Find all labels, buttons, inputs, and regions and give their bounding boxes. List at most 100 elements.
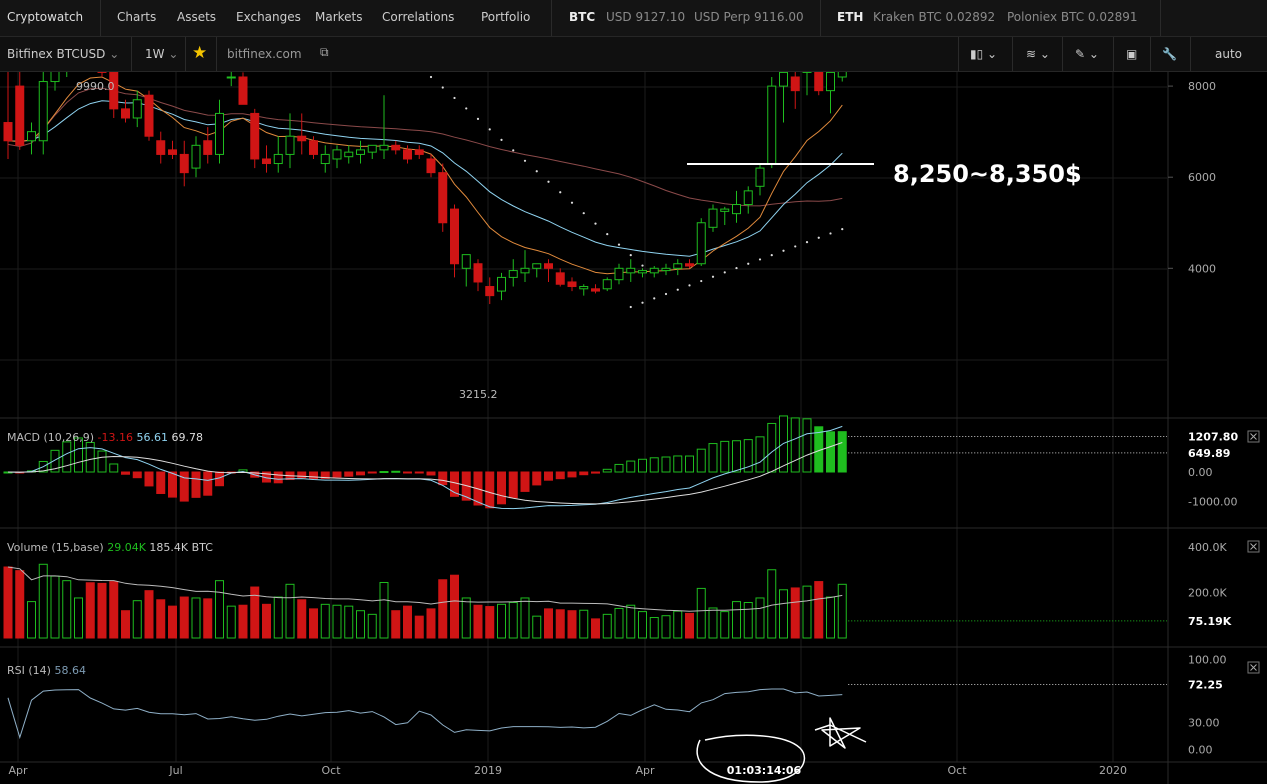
volume-bar bbox=[614, 607, 624, 639]
sar-dot bbox=[735, 266, 738, 270]
candle-body bbox=[755, 167, 765, 187]
candle-body bbox=[790, 76, 800, 92]
sar-dot bbox=[770, 253, 773, 257]
x-axis-tick: Oct bbox=[947, 764, 967, 777]
external-link-icon[interactable]: ⧉ bbox=[320, 45, 329, 60]
volume-axis-tick: 200.0K bbox=[1188, 587, 1227, 600]
rsi-value: 58.64 bbox=[54, 664, 86, 677]
macd-histogram-bar bbox=[191, 471, 201, 498]
sar-dot bbox=[700, 279, 703, 283]
volume-bar bbox=[720, 611, 730, 639]
macd-histogram-bar bbox=[485, 471, 495, 509]
ticker-eth-kraken[interactable]: Kraken BTC 0.02892 bbox=[873, 10, 995, 24]
x-axis-tick: Apr bbox=[635, 764, 655, 777]
candle-body bbox=[544, 263, 553, 269]
macd-histogram-bar bbox=[391, 470, 401, 473]
nav-exchanges[interactable]: Exchanges bbox=[236, 10, 301, 24]
candle-body bbox=[50, 72, 60, 83]
volume-bar bbox=[15, 570, 25, 639]
volume-bar bbox=[203, 598, 213, 639]
macd-histogram-bar bbox=[720, 440, 730, 473]
ticker-btc-label[interactable]: BTC bbox=[569, 10, 595, 24]
rsi-axis-tick: 72.25 bbox=[1188, 678, 1223, 691]
volume-bar bbox=[743, 602, 753, 639]
volume-bar bbox=[262, 603, 271, 639]
macd-histogram-bar bbox=[532, 471, 542, 486]
volume-bar bbox=[121, 610, 130, 639]
volume-bar bbox=[708, 607, 718, 639]
volume-bar bbox=[591, 618, 600, 639]
macd-histogram-bar bbox=[168, 471, 177, 498]
drawing-pen-icon[interactable]: ✎ ⌄ bbox=[1075, 47, 1099, 61]
sar-dot bbox=[794, 245, 797, 248]
rsi-axis-tick: 100.00 bbox=[1188, 654, 1227, 667]
ticker-eth-poloniex[interactable]: Poloniex BTC 0.02891 bbox=[1007, 10, 1138, 24]
candle-body bbox=[685, 263, 694, 267]
close-indicator-button[interactable] bbox=[1247, 540, 1260, 553]
ticker-btc-usd[interactable]: USD 9127.10 bbox=[606, 10, 685, 24]
volume-bar bbox=[837, 583, 847, 639]
ticker-btc-perp[interactable]: USD Perp 9116.00 bbox=[694, 10, 804, 24]
candle-body bbox=[403, 149, 412, 160]
volume-bar bbox=[461, 597, 471, 639]
volume-bar bbox=[779, 589, 788, 639]
interval-selector[interactable]: 1W ⌄ bbox=[145, 47, 178, 61]
close-icon bbox=[1250, 543, 1257, 550]
exchange-link[interactable]: bitfinex.com bbox=[227, 47, 302, 61]
close-icon bbox=[1250, 433, 1257, 440]
candle-body bbox=[826, 72, 835, 92]
nav-markets[interactable]: Markets bbox=[315, 10, 363, 24]
nav-correlations[interactable]: Correlations bbox=[382, 10, 454, 24]
macd-histogram-bar bbox=[837, 431, 847, 473]
volume-bar bbox=[27, 601, 36, 639]
ticker-eth-label[interactable]: ETH bbox=[837, 10, 863, 24]
price-axis-tick: 8000 bbox=[1188, 80, 1216, 93]
indicators-icon[interactable]: ≋ ⌄ bbox=[1026, 47, 1050, 61]
volume-bar bbox=[132, 600, 142, 639]
macd-histogram-bar bbox=[673, 455, 683, 473]
sar-dot bbox=[441, 86, 444, 89]
macd-histogram-bar bbox=[708, 443, 718, 473]
sar-dot bbox=[688, 284, 691, 287]
candle-body bbox=[649, 267, 659, 274]
candlestick-type-icon[interactable]: ▮▯ ⌄ bbox=[970, 47, 997, 61]
candle-body bbox=[3, 122, 13, 142]
macd-histogram-bar bbox=[802, 418, 812, 473]
candle-body bbox=[661, 267, 671, 272]
volume-bar bbox=[696, 587, 706, 639]
candle-body bbox=[708, 208, 718, 228]
price-axis-tick: 6000 bbox=[1188, 171, 1216, 184]
nav-portfolio[interactable]: Portfolio bbox=[481, 10, 530, 24]
volume-bar bbox=[3, 566, 13, 639]
settings-wrench-icon[interactable]: 🔧 bbox=[1162, 47, 1177, 61]
nav-charts[interactable]: Charts bbox=[117, 10, 156, 24]
nav-assets[interactable]: Assets bbox=[177, 10, 216, 24]
top-nav: Cryptowatch Charts Assets Exchanges Mark… bbox=[0, 0, 1267, 37]
scale-mode-selector[interactable]: auto bbox=[1215, 47, 1242, 61]
macd-histogram-bar bbox=[367, 471, 377, 474]
sar-dot bbox=[782, 249, 785, 252]
macd-histogram-bar bbox=[555, 471, 565, 480]
chevron-down-icon: ⌄ bbox=[109, 47, 120, 61]
volume-bar bbox=[62, 580, 72, 639]
volume-bar bbox=[379, 581, 389, 639]
volume-bar bbox=[802, 585, 812, 639]
close-indicator-button[interactable] bbox=[1247, 661, 1260, 674]
close-indicator-button[interactable] bbox=[1247, 430, 1260, 443]
macd-signal-value: 69.78 bbox=[172, 431, 204, 444]
chart-area[interactable]: 9990.0 3215.2 MACD (10,26,9) -13.16 56.61… bbox=[0, 72, 1267, 784]
market-selector[interactable]: Bitfinex BTCUSD ⌄ bbox=[7, 47, 119, 61]
brand-logo[interactable]: Cryptowatch bbox=[7, 10, 83, 24]
star-icon[interactable]: ★ bbox=[192, 43, 207, 63]
volume-axis-tick: 400.0K bbox=[1188, 541, 1227, 554]
volume-bar bbox=[273, 596, 283, 639]
macd-histogram-bar bbox=[203, 471, 213, 496]
candle-body bbox=[426, 158, 436, 174]
layout-icon[interactable]: ▣ bbox=[1126, 47, 1137, 61]
candle-body bbox=[732, 204, 741, 215]
volume-bar bbox=[661, 615, 671, 639]
sar-dot bbox=[582, 212, 585, 215]
macd-histogram-bar bbox=[144, 471, 154, 487]
volume-bar bbox=[497, 603, 506, 639]
volume-average-value: 185.4K BTC bbox=[149, 541, 213, 554]
